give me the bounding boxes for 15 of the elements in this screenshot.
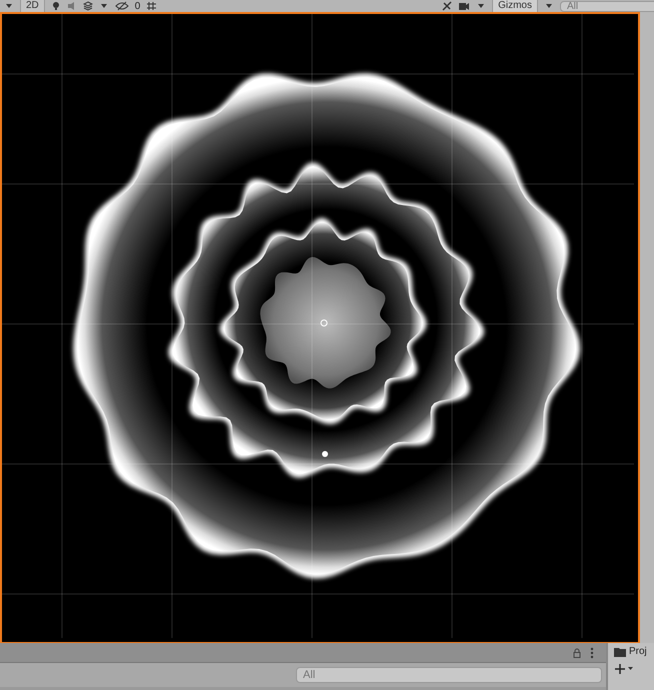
camera-icon[interactable] [458,1,470,11]
hidden-eye-icon[interactable] [114,1,129,11]
light-bulb-icon[interactable] [50,1,61,11]
add-dropdown-icon[interactable] [614,663,634,675]
lock-icon[interactable] [572,648,582,658]
2d-mode-button[interactable]: 2D [20,0,45,12]
folder-icon [614,646,626,656]
hidden-count: 0 [134,0,140,12]
more-options-icon[interactable] [590,646,594,658]
layers-icon[interactable] [82,1,93,11]
gizmos-button[interactable]: Gizmos [492,0,538,12]
search-field[interactable]: All [296,667,602,683]
search-field[interactable]: All [560,0,654,12]
project-tab[interactable]: Proj [614,646,654,657]
grid-icon[interactable] [146,1,158,11]
